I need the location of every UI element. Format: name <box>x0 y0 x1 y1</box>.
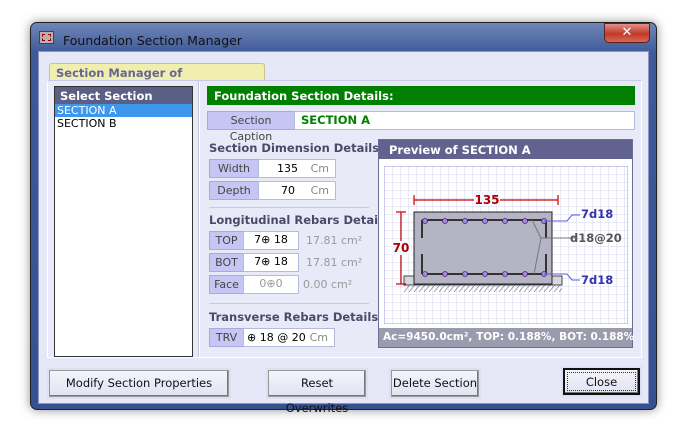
face-input[interactable]: 0⊕0 <box>243 275 299 294</box>
dialog-window: Foundation Section Manager ✕ Section Man… <box>30 22 657 415</box>
depth-input[interactable]: 70 Cm <box>258 181 336 200</box>
top-rebar-label: 7d18 <box>581 207 613 221</box>
section-preview: Preview of SECTION A 135 70 7d18 d18@20 … <box>378 139 634 348</box>
width-unit: Cm <box>310 162 329 175</box>
width-value: 135 <box>277 162 298 175</box>
depth-value: 70 <box>281 184 295 197</box>
preview-footer: Ac=9450.0cm², TOP: 0.188%, BOT: 0.188% <box>379 328 634 347</box>
client-area: Section Manager of Foundation: Select Se… <box>38 51 649 415</box>
app-icon <box>39 31 54 44</box>
stirrup-label: d18@20 <box>570 231 622 245</box>
face-label: Face <box>209 275 244 294</box>
delete-section-button[interactable]: Delete Section <box>391 370 479 397</box>
caption-input[interactable]: SECTION A <box>294 111 635 130</box>
width-dimension: 135 <box>474 193 499 207</box>
ground-hatch <box>404 285 562 292</box>
tab-panel: Select Section SECTION A SECTION B Found… <box>47 80 642 358</box>
tab-section-manager[interactable]: Section Manager of Foundation: <box>49 63 265 94</box>
width-input[interactable]: 135 Cm <box>258 159 336 178</box>
top-input[interactable]: 7⊕ 18 <box>243 231 299 250</box>
depth-dimension: 70 <box>393 241 410 255</box>
reset-overwrites-button[interactable]: Reset Overwrites <box>268 370 366 415</box>
face-area: 0.00 cm² <box>303 278 353 291</box>
divider <box>198 81 200 357</box>
longitudinal-title: Longitudinal Rebars Details: <box>209 213 394 227</box>
bot-rebar-label: 7d18 <box>581 273 613 287</box>
details-header: Foundation Section Details: <box>207 86 635 105</box>
transverse-title: Transverse Rebars Details: <box>209 310 383 324</box>
preview-title: Preview of SECTION A <box>379 140 632 159</box>
list-item[interactable]: SECTION B <box>55 117 192 130</box>
depth-unit: Cm <box>310 184 329 197</box>
trv-input[interactable]: ⊕ 18 @ 20 Cm <box>243 328 335 347</box>
bot-input[interactable]: 7⊕ 18 <box>243 253 299 272</box>
bot-label: BOT <box>209 253 244 272</box>
divider <box>209 207 369 208</box>
width-label: Width <box>209 159 259 178</box>
bot-area: 17.81 cm² <box>306 256 363 269</box>
section-list[interactable]: Select Section SECTION A SECTION B <box>54 86 193 357</box>
depth-label: Depth <box>209 181 259 200</box>
trv-value: ⊕ 18 @ 20 <box>247 331 306 344</box>
trv-label: TRV <box>209 328 244 347</box>
section-list-header: Select Section <box>55 87 192 104</box>
trv-unit: Cm <box>309 331 328 344</box>
divider <box>209 303 369 304</box>
top-area: 17.81 cm² <box>306 234 363 247</box>
dimension-title: Section Dimension Details: <box>209 141 384 155</box>
caption-label: Section Caption <box>207 111 295 143</box>
close-button[interactable]: Close <box>563 368 640 395</box>
window-close-button[interactable]: ✕ <box>604 23 650 43</box>
window-title: Foundation Section Manager <box>63 33 242 48</box>
top-label: TOP <box>209 231 244 250</box>
section-drawing: 135 70 7d18 d18@20 7d18 <box>384 166 628 324</box>
list-item[interactable]: SECTION A <box>55 104 192 117</box>
modify-section-button[interactable]: Modify Section Properties <box>49 370 229 397</box>
